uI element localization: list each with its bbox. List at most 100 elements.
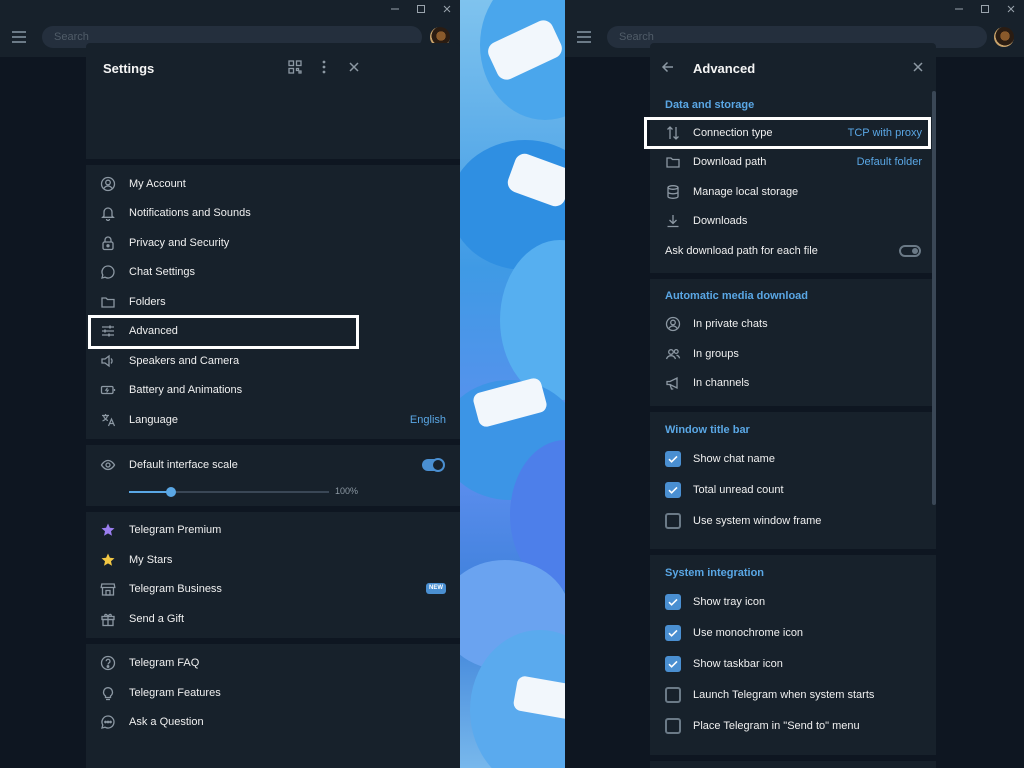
settings-title: Settings (103, 61, 155, 76)
interface-scale-row[interactable]: Default interface scale (86, 451, 460, 479)
chat-dots-icon (100, 714, 116, 730)
scale-toggle[interactable] (422, 458, 445, 472)
show-chat-name-row[interactable]: Show chat name (650, 445, 936, 473)
translate-icon (100, 412, 116, 428)
system-frame-row[interactable]: Use system window frame (650, 507, 936, 535)
system-frame-checkbox[interactable] (665, 513, 681, 529)
settings-item-premium[interactable]: Telegram Premium (86, 516, 460, 544)
user-circle-icon (665, 316, 681, 332)
send-to-menu-checkbox[interactable] (665, 718, 681, 734)
back-arrow-icon[interactable] (660, 59, 676, 75)
settings-item-business[interactable]: Telegram Business NEW (86, 575, 460, 603)
menu-label: Chat Settings (129, 266, 196, 278)
downloads-row[interactable]: Downloads (650, 207, 936, 235)
divider (650, 273, 936, 279)
more-options-icon[interactable] (316, 59, 332, 75)
sliders-icon (100, 323, 116, 339)
monochrome-icon-row[interactable]: Use monochrome icon (650, 619, 936, 647)
divider (86, 159, 460, 165)
row-label: Show taskbar icon (693, 658, 783, 670)
lightbulb-icon (100, 685, 116, 701)
slider-fill (129, 491, 171, 493)
row-label: Ask download path for each file (665, 245, 818, 257)
lock-icon (100, 235, 116, 251)
ask-download-path-toggle[interactable] (899, 245, 921, 257)
scale-label: Default interface scale (129, 459, 238, 471)
settings-panel: Settings My Account Notifications and So… (86, 43, 460, 768)
send-to-menu-row[interactable]: Place Telegram in "Send to" menu (650, 712, 936, 740)
settings-item-chat-settings[interactable]: Chat Settings (86, 258, 460, 286)
taskbar-icon-row[interactable]: Show taskbar icon (650, 650, 936, 678)
row-label: Launch Telegram when system starts (693, 689, 875, 701)
scrollbar[interactable] (932, 91, 936, 505)
settings-item-ask-question[interactable]: Ask a Question (86, 708, 460, 736)
settings-item-battery[interactable]: Battery and Animations (86, 376, 460, 404)
group-icon (665, 346, 681, 362)
scale-slider[interactable] (129, 487, 329, 497)
row-label: Downloads (693, 215, 748, 227)
settings-item-speakers[interactable]: Speakers and Camera (86, 347, 460, 375)
language-value: English (409, 414, 446, 426)
slider-knob[interactable] (166, 487, 176, 497)
download-path-value: Default folder (856, 156, 922, 168)
settings-item-language[interactable]: Language English (86, 406, 460, 434)
settings-item-privacy[interactable]: Privacy and Security (86, 229, 460, 257)
settings-item-features[interactable]: Telegram Features (86, 679, 460, 707)
eye-icon (100, 457, 116, 473)
maximize-button[interactable] (972, 0, 998, 17)
monochrome-icon-checkbox[interactable] (665, 625, 681, 641)
manage-storage-row[interactable]: Manage local storage (650, 178, 936, 206)
hamburger-menu-icon[interactable] (577, 29, 595, 45)
total-unread-row[interactable]: Total unread count (650, 476, 936, 504)
launch-on-start-row[interactable]: Launch Telegram when system starts (650, 681, 936, 709)
download-path-row[interactable]: Download path Default folder (650, 148, 936, 176)
row-label: Use system window frame (693, 515, 822, 527)
close-icon[interactable] (346, 59, 362, 75)
channels-row[interactable]: In channels (650, 369, 936, 397)
download-icon (665, 213, 681, 229)
tray-icon-checkbox[interactable] (665, 594, 681, 610)
connection-type-value: TCP with proxy (847, 127, 922, 139)
close-icon[interactable] (910, 59, 926, 75)
settings-item-advanced[interactable]: Advanced (86, 317, 460, 345)
minimize-button[interactable] (946, 0, 972, 17)
row-label: In channels (693, 377, 750, 389)
menu-label: Privacy and Security (129, 237, 230, 249)
menu-label: Speakers and Camera (129, 355, 240, 367)
minimize-button[interactable] (382, 0, 408, 17)
chat-wallpaper (460, 0, 565, 768)
groups-row[interactable]: In groups (650, 340, 936, 368)
telegram-window-left: Search Settings My Account Notifications… (0, 0, 460, 768)
account-icon (100, 176, 116, 192)
avatar[interactable] (994, 27, 1014, 47)
connection-type-row[interactable]: Connection type TCP with proxy (650, 119, 936, 147)
maximize-button[interactable] (408, 0, 434, 17)
window-titlebar (565, 0, 1024, 17)
settings-item-my-account[interactable]: My Account (86, 170, 460, 198)
window-close-button[interactable] (434, 0, 460, 17)
hamburger-menu-icon[interactable] (12, 29, 30, 45)
row-label: Use monochrome icon (693, 627, 804, 639)
taskbar-icon-checkbox[interactable] (665, 656, 681, 672)
row-label: Show tray icon (693, 596, 766, 608)
ask-download-path-row[interactable]: Ask download path for each file (650, 237, 936, 265)
tray-icon-row[interactable]: Show tray icon (650, 588, 936, 616)
settings-item-faq[interactable]: Telegram FAQ (86, 649, 460, 677)
row-label: Total unread count (693, 484, 784, 496)
private-chats-row[interactable]: In private chats (650, 310, 936, 338)
show-chat-name-checkbox[interactable] (665, 451, 681, 467)
settings-item-folders[interactable]: Folders (86, 288, 460, 316)
chat-icon (100, 264, 116, 280)
window-close-button[interactable] (998, 0, 1024, 17)
menu-label: Telegram Premium (129, 524, 222, 536)
settings-item-gift[interactable]: Send a Gift (86, 605, 460, 633)
qr-code-icon[interactable] (287, 59, 303, 75)
total-unread-checkbox[interactable] (665, 482, 681, 498)
settings-item-my-stars[interactable]: My Stars (86, 546, 460, 574)
settings-item-notifications[interactable]: Notifications and Sounds (86, 199, 460, 227)
section-data-storage: Data and storage (665, 99, 755, 111)
row-label: Download path (693, 156, 767, 168)
launch-on-start-checkbox[interactable] (665, 687, 681, 703)
menu-label: Telegram Features (129, 687, 221, 699)
menu-label: Telegram FAQ (129, 657, 200, 669)
